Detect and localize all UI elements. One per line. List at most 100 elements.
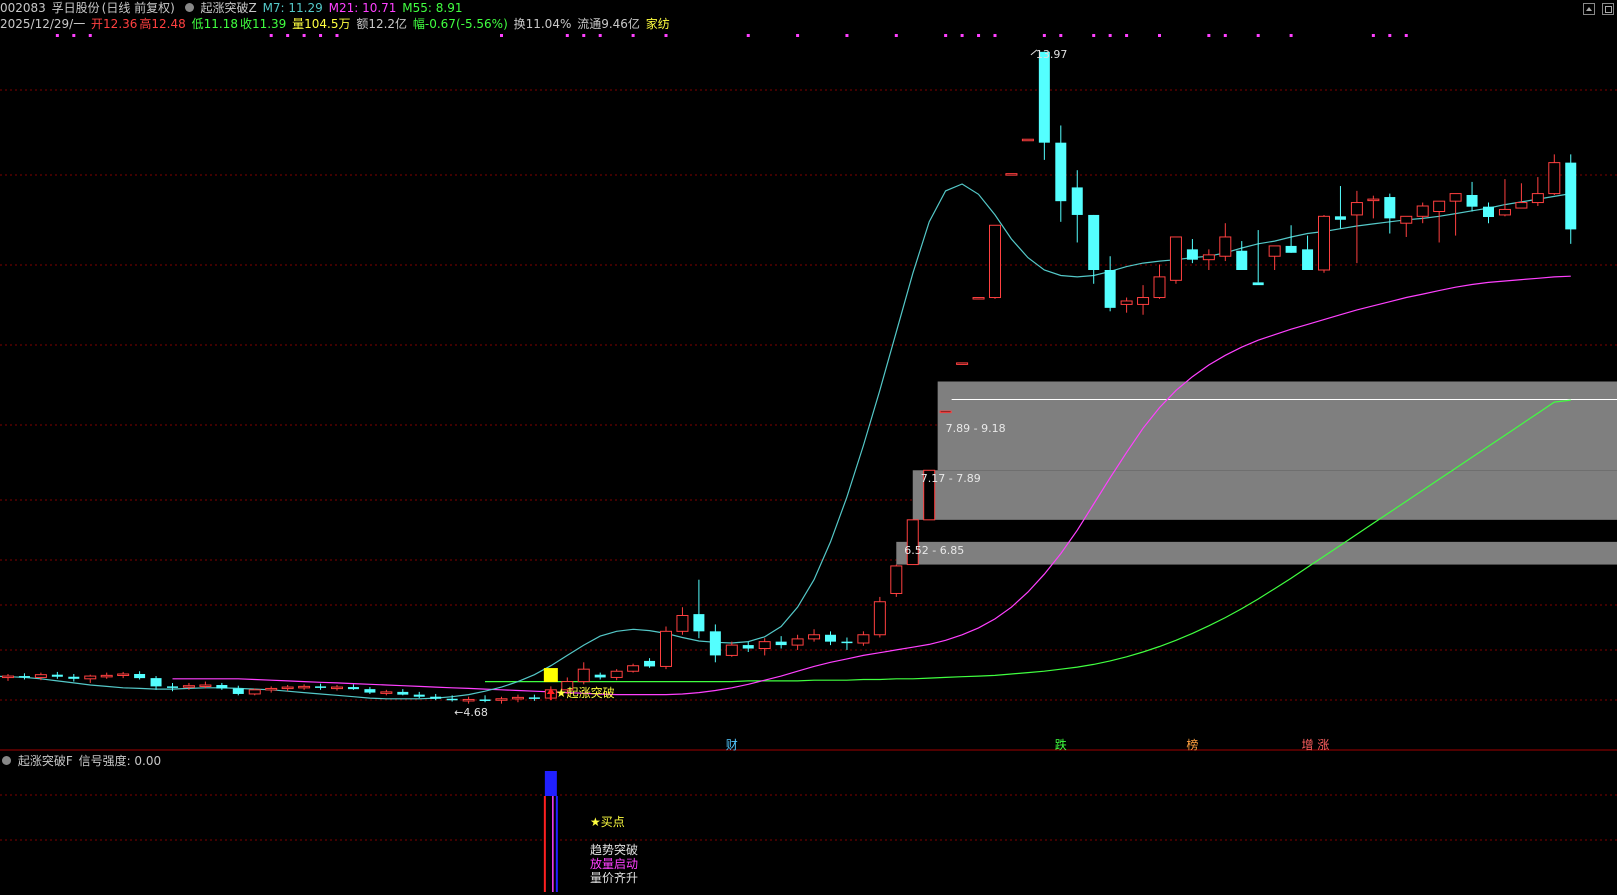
candle-body-up [725, 644, 738, 656]
candle-body-up [1005, 173, 1018, 176]
candle-body-up [100, 674, 113, 678]
top-marker [1256, 34, 1260, 37]
low-price-value: 4.68 [463, 705, 488, 719]
candle-body-down [216, 685, 228, 689]
stock-name: 孚日股份 [51, 1, 100, 15]
candle-body-down [364, 689, 376, 693]
event-tag-earnings[interactable]: 财 [726, 736, 738, 753]
signal-strength-label: 信号强度: 0.00 [78, 754, 162, 768]
stock-code: 002083 [0, 1, 46, 15]
candle-body-up [34, 674, 47, 678]
candle-body-down [594, 674, 606, 678]
candle-body-up [380, 691, 393, 694]
candle-body-up [577, 668, 590, 683]
candle-body-down [479, 699, 491, 701]
candle-body-up [1449, 193, 1462, 202]
top-marker [582, 34, 586, 37]
candle-body-down [1038, 51, 1050, 143]
candle-body-down [150, 678, 162, 687]
candle-body-up [298, 685, 311, 689]
top-marker [565, 34, 569, 37]
close-label: 收11.39 [239, 17, 287, 31]
top-marker [746, 34, 750, 37]
candle-body-down [1186, 249, 1198, 260]
indicator-dropdown-icon[interactable] [184, 3, 194, 12]
top-marker [796, 34, 800, 37]
ma21-label: M21: 10.71 [328, 1, 397, 15]
candle-body-down [1302, 249, 1314, 270]
candle-body-up [906, 519, 919, 566]
top-marker [319, 34, 323, 37]
candle-body-up [182, 685, 195, 688]
candle-body-down [709, 631, 721, 656]
candle-body-down [1252, 282, 1264, 286]
chevron-up-icon [1586, 7, 1592, 11]
top-marker [664, 34, 668, 37]
candle-body-up [857, 634, 870, 644]
candle-body-down [1466, 194, 1478, 207]
candle-body-down [1334, 216, 1346, 220]
top-marker [845, 34, 849, 37]
candle-body-down [1285, 245, 1297, 253]
header-line-2: 2025/12/29/一 开12.36 高12.48 低11.18 收11.39 量… [0, 16, 672, 32]
subpanel-dropdown-icon[interactable] [2, 756, 11, 765]
top-marker [1108, 34, 1112, 37]
candle-body-up [791, 638, 804, 646]
candle-body-up [511, 696, 524, 700]
candle-body-up [627, 665, 640, 672]
top-marker [286, 34, 290, 37]
maximize-button[interactable] [1602, 3, 1614, 15]
ma55-label: M55: 8.91 [402, 1, 463, 15]
top-marker [1125, 34, 1129, 37]
candle-body-up [1416, 205, 1429, 217]
candle-body-up [989, 224, 1001, 299]
top-marker [631, 34, 635, 37]
period-label: (日线 前复权) [101, 1, 175, 15]
chart-canvas[interactable] [0, 0, 1617, 892]
candle-body-down [1384, 197, 1396, 219]
candle-body-down [68, 676, 80, 679]
change-label: 幅-0.67(-5.56%) [412, 17, 508, 31]
candle-body-down [134, 673, 146, 679]
candle-body-down [413, 694, 425, 697]
top-marker [944, 34, 948, 37]
candle-body-up [248, 689, 261, 695]
top-marker [960, 34, 964, 37]
candle-body-up [610, 670, 623, 678]
candle-body-up [1400, 215, 1413, 224]
subpanel-header: 起涨突破F 信号强度: 0.00 [0, 753, 163, 769]
top-marker [977, 34, 981, 37]
collapse-button[interactable] [1583, 3, 1595, 15]
event-tag-drop[interactable]: 跌 [1055, 736, 1067, 753]
top-marker [1388, 34, 1392, 37]
event-tag-ranking[interactable]: 榜 [1186, 736, 1198, 753]
top-marker [1059, 34, 1063, 37]
top-marker [500, 34, 503, 37]
zone-label-3: 6.52 - 6.85 [904, 543, 965, 557]
indicator-name[interactable]: 起涨突破Z [201, 1, 257, 15]
top-marker [1042, 34, 1046, 37]
candle-body-up [84, 675, 97, 680]
candle-body-down [315, 686, 327, 688]
low-label: 低11.18 [191, 17, 238, 31]
candle-body-up [1531, 193, 1544, 204]
top-marker [1207, 34, 1211, 37]
top-marker [598, 34, 602, 37]
candle-body-down [841, 641, 853, 644]
event-tag-rise[interactable]: 增 涨 [1302, 736, 1330, 753]
candle-body-down [1088, 214, 1100, 270]
candle-body-up [495, 698, 508, 701]
candle-body-up [281, 686, 294, 690]
candle-body-down [347, 687, 359, 690]
candle-body-down [742, 645, 754, 649]
candle-body-up [199, 684, 212, 688]
top-marker [1158, 34, 1161, 37]
sector-label[interactable]: 家纺 [646, 17, 670, 31]
candle-body-up [1268, 245, 1281, 257]
top-marker [302, 34, 306, 37]
top-marker [335, 34, 339, 37]
subpanel-title[interactable]: 起涨突破F [18, 754, 73, 768]
price-zone [937, 381, 1617, 471]
candle-body-down [644, 660, 656, 667]
candle-body-down [446, 698, 458, 701]
